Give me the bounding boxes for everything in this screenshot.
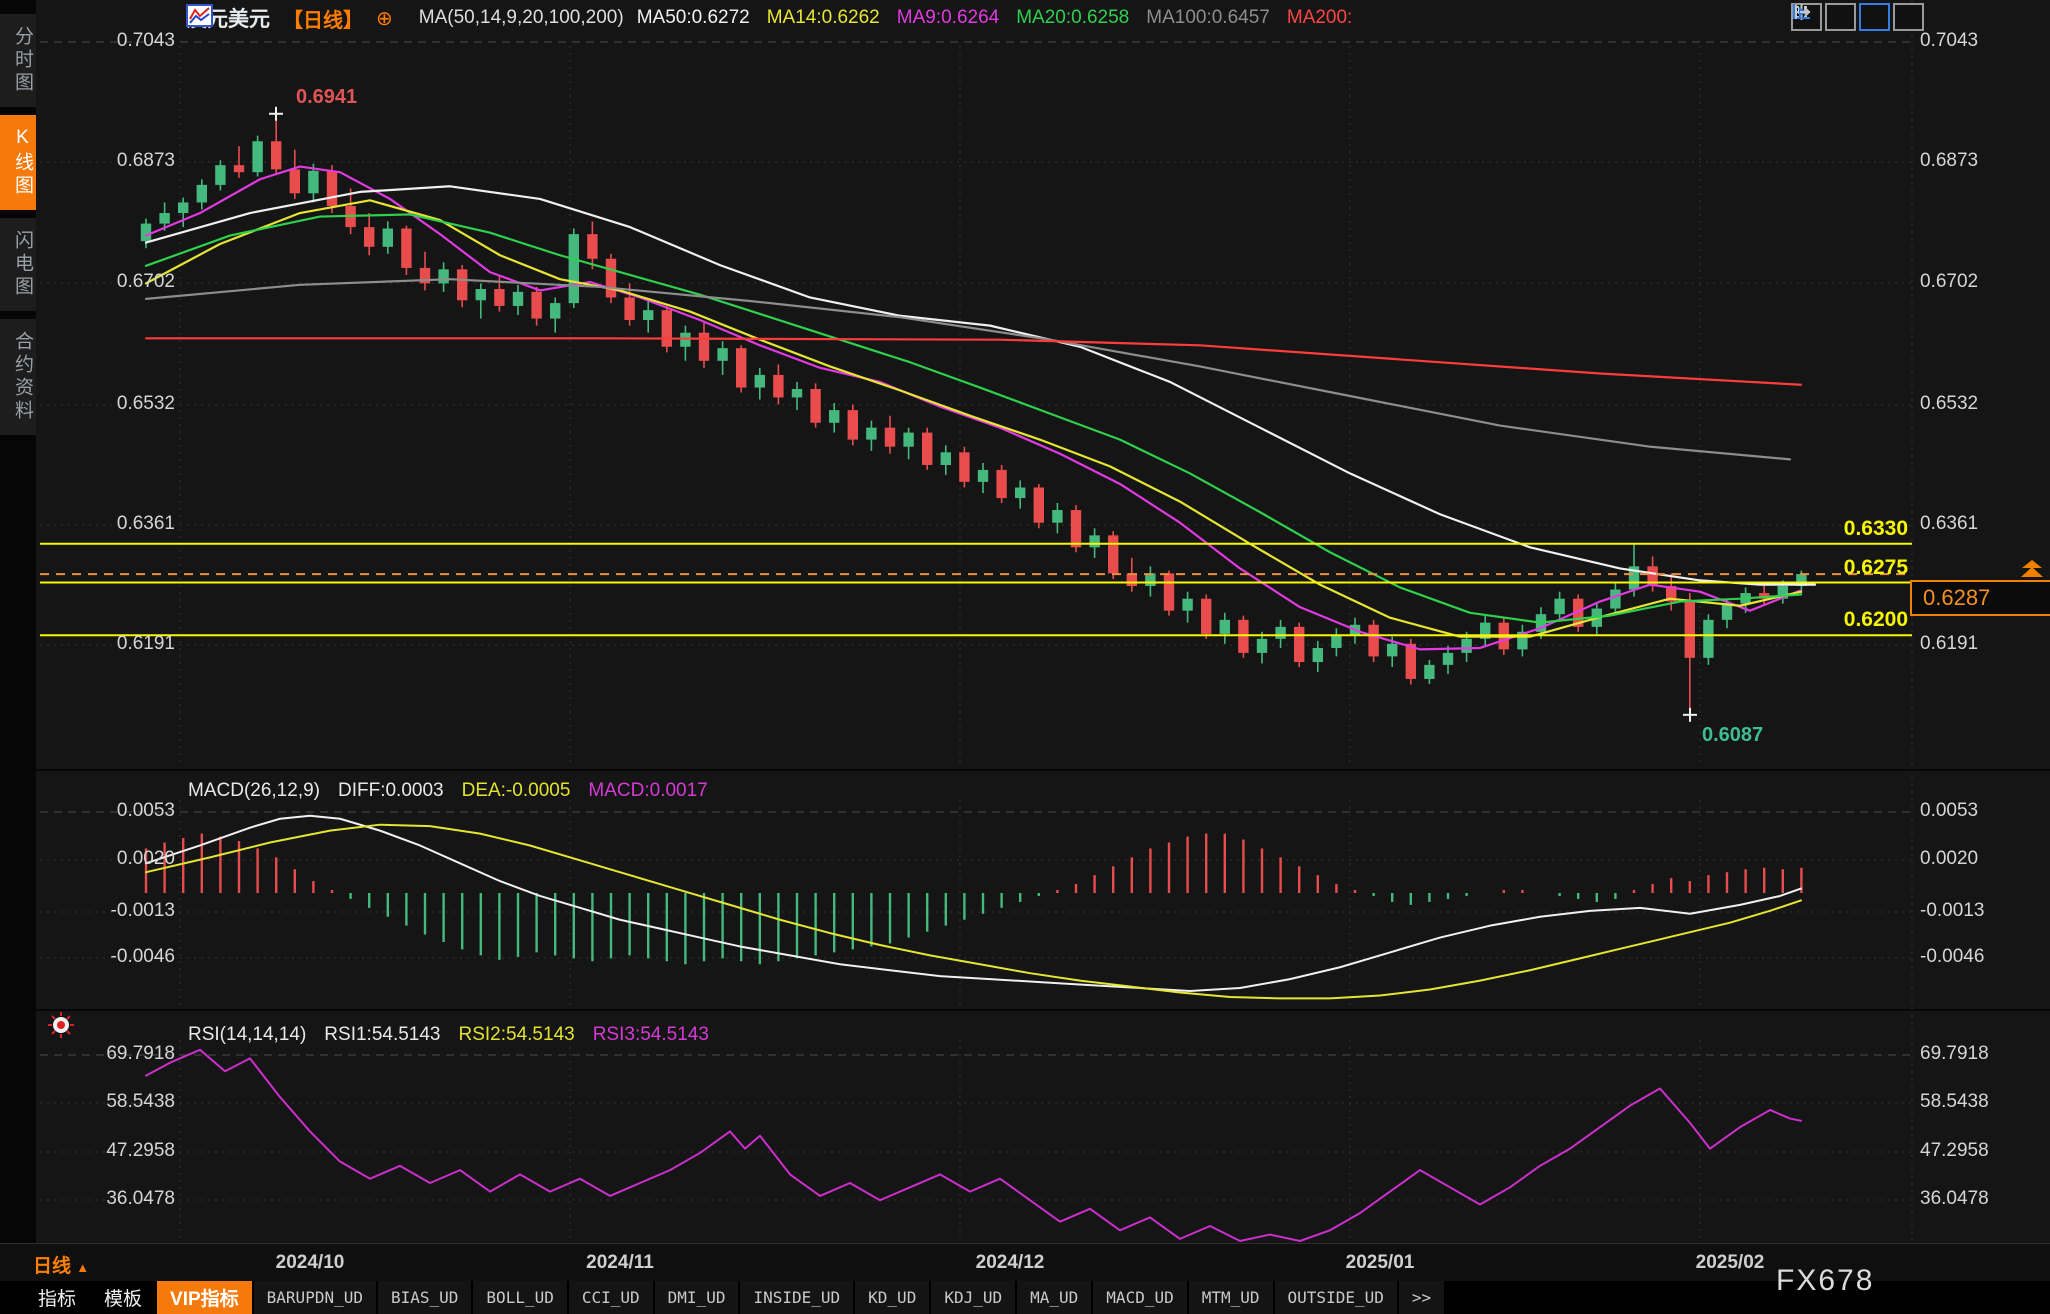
rsi2-value: RSI2:54.5143 xyxy=(459,1024,575,1046)
tab-kdj-ud[interactable]: KDJ_UD xyxy=(931,1281,1015,1314)
ma-value-4: MA100:0.6457 xyxy=(1146,7,1270,28)
macd-value: MACD:0.0017 xyxy=(588,780,707,802)
macd-diff-value: DIFF:0.0003 xyxy=(338,780,444,802)
rsi-title: RSI(14,14,14) xyxy=(188,1024,306,1046)
sidebar-item-2[interactable]: 闪电图 xyxy=(0,218,36,311)
ma-group-label: MA(50,14,9,20,100,200) xyxy=(419,7,624,29)
shift-axis-icon[interactable] xyxy=(1893,3,1924,31)
sidebar: 分时图 K线图闪电图合约资料 xyxy=(0,0,36,1314)
axis-scale-icon[interactable] xyxy=(1825,3,1856,31)
date-label-2: 2024/12 xyxy=(940,1252,1080,1274)
macd-header: MACD(26,12,9) DIFF:0.0003 DEA:-0.0005 MA… xyxy=(188,780,708,802)
current-price-tag: 0.6287 xyxy=(1910,580,2050,616)
chart-canvas[interactable] xyxy=(0,0,2050,1314)
tab--[interactable]: >> xyxy=(1399,1281,1444,1314)
ma-value-1: MA14:0.6262 xyxy=(767,7,880,28)
tab-指标[interactable]: 指标 xyxy=(25,1281,89,1314)
chart-toolbar xyxy=(1791,3,1924,31)
indicator-tab-bar: 指标模板VIP指标BARUPDN_UDBIAS_UDBOLL_UDCCI_UDD… xyxy=(0,1281,2050,1314)
trading-terminal: 分时图K线图闪电图合约资料 0.6941 0.6087 0.70430.6873… xyxy=(0,0,2050,1314)
tab-cci-ud[interactable]: CCI_UD xyxy=(569,1281,653,1314)
watermark: FX678 xyxy=(1776,1264,1874,1298)
tab-ma-ud[interactable]: MA_UD xyxy=(1017,1281,1091,1314)
tab-vip指标[interactable]: VIP指标 xyxy=(157,1281,252,1314)
time-axis: 日线 ▲ 2024/102024/112024/122025/012025/02 xyxy=(0,1243,2050,1281)
sidebar-item-3[interactable]: 合约资料 xyxy=(0,319,36,435)
tab-boll-ud[interactable]: BOLL_UD xyxy=(473,1281,566,1314)
ma-value-5: MA200: xyxy=(1287,7,1352,28)
tab-bias-ud[interactable]: BIAS_UD xyxy=(378,1281,471,1314)
macd-dea-value: DEA:-0.0005 xyxy=(462,780,571,802)
tab-barupdn-ud[interactable]: BARUPDN_UD xyxy=(254,1281,376,1314)
rsi3-value: RSI3:54.5143 xyxy=(593,1024,709,1046)
sidebar-item-0[interactable]: 分时图 xyxy=(0,14,36,107)
axis-play-icon[interactable] xyxy=(1859,3,1890,31)
rsi1-value: RSI1:54.5143 xyxy=(324,1024,440,1046)
ma-value-3: MA20:0.6258 xyxy=(1016,7,1129,28)
tab-macd-ud[interactable]: MACD_UD xyxy=(1093,1281,1186,1314)
tab-kd-ud[interactable]: KD_UD xyxy=(855,1281,929,1314)
date-label-1: 2024/11 xyxy=(550,1252,690,1274)
period-tag[interactable]: 【日线】 xyxy=(283,4,363,33)
tab-inside-ud[interactable]: INSIDE_UD xyxy=(740,1281,853,1314)
tab-模板[interactable]: 模板 xyxy=(91,1281,155,1314)
rsi-header: RSI(14,14,14) RSI1:54.5143 RSI2:54.5143 … xyxy=(188,1024,709,1046)
ma-values: MA50:0.6272 MA14:0.6262 MA9:0.6264 MA20:0.6… xyxy=(637,7,1370,29)
ma-value-2: MA9:0.6264 xyxy=(897,7,999,28)
date-label-3: 2025/01 xyxy=(1310,1252,1450,1274)
tab-dmi-ud[interactable]: DMI_UD xyxy=(655,1281,739,1314)
ma-value-0: MA50:0.6272 xyxy=(637,7,750,28)
period-selector-label: 日线 xyxy=(33,1256,71,1277)
period-selector[interactable]: 日线 ▲ xyxy=(33,1251,89,1278)
sidebar-item-1[interactable]: K线图 xyxy=(0,115,36,210)
add-indicator-icon[interactable]: ⊕ xyxy=(376,6,393,31)
date-label-0: 2024/10 xyxy=(240,1252,380,1274)
tab-mtm-ud[interactable]: MTM_UD xyxy=(1189,1281,1273,1314)
chart-header: 澳元美元 【日线】 ⊕ MA(50,14,9,20,100,200) MA50:… xyxy=(186,4,1369,32)
macd-title: MACD(26,12,9) xyxy=(188,780,320,802)
tab-outside-ud[interactable]: OUTSIDE_UD xyxy=(1275,1281,1397,1314)
triangle-up-icon: ▲ xyxy=(76,1260,89,1275)
